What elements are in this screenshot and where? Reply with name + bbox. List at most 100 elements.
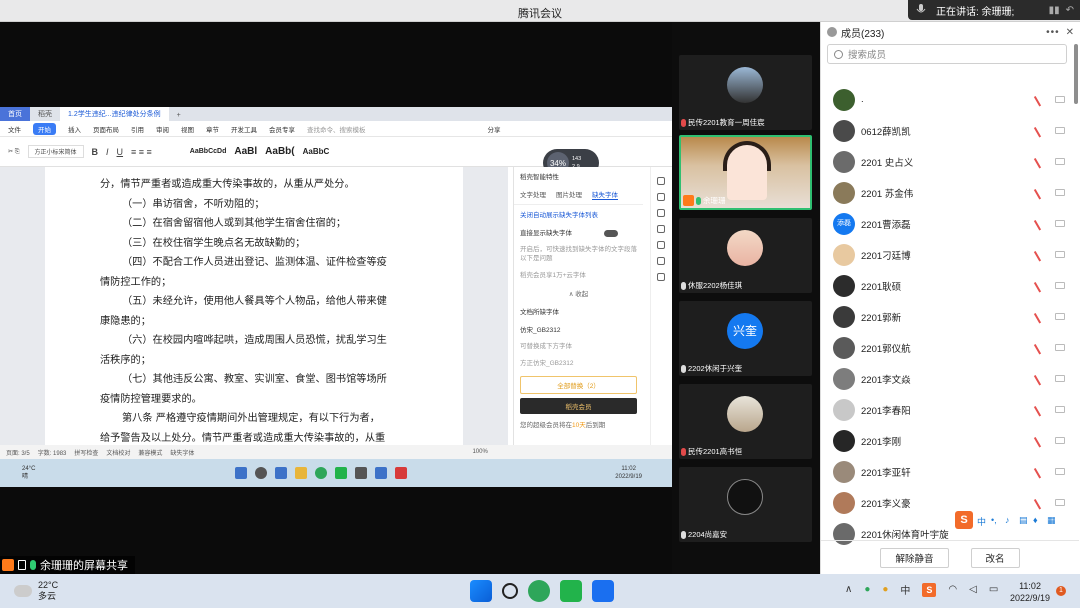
collapse-link[interactable]: ∧ 收起 xyxy=(514,284,643,302)
list-item[interactable]: 2201李文焱 xyxy=(821,363,1079,394)
list-item[interactable]: 2201耿硕 xyxy=(821,270,1079,301)
edge-icon[interactable] xyxy=(528,580,550,602)
tab-home[interactable]: 首页 xyxy=(0,107,30,121)
camera-icon[interactable] xyxy=(1055,251,1065,258)
style-normal[interactable]: AaBbCcDd xyxy=(190,148,227,155)
volume-icon[interactable]: ◁ xyxy=(969,584,977,595)
menu-devtools[interactable]: 开发工具 xyxy=(231,124,257,134)
camera-icon[interactable] xyxy=(1055,220,1065,227)
list-item[interactable]: 2201李春阳 xyxy=(821,394,1079,425)
keyboard-icon[interactable]: ▤ xyxy=(1019,515,1029,525)
align-icon[interactable]: ≡ ≡ ≡ xyxy=(131,147,152,157)
panel-link[interactable]: 关闭自动展示缺失字体列表 xyxy=(514,205,643,223)
share-button[interactable]: 分享 xyxy=(488,124,501,134)
tool-icon[interactable] xyxy=(656,273,665,281)
camera-icon[interactable] xyxy=(1055,189,1065,196)
wifi-icon[interactable]: ◠ xyxy=(948,584,957,595)
bold-icon[interactable]: B xyxy=(92,147,99,157)
windows-start-icon[interactable] xyxy=(470,580,492,602)
tool-icon[interactable] xyxy=(656,209,665,217)
tool-icon[interactable] xyxy=(656,257,665,265)
video-tile[interactable]: 民传2201教育一周佳宸 xyxy=(679,55,812,130)
video-tile[interactable]: 民传2201高书恒 xyxy=(679,384,812,459)
italic-icon[interactable]: I xyxy=(106,147,109,157)
list-item[interactable]: 2201郭仪航 xyxy=(821,332,1079,363)
list-item[interactable]: 0612薛凯凯 xyxy=(821,115,1079,146)
menu-view[interactable]: 视图 xyxy=(181,124,194,134)
ime-indicator[interactable]: 中 xyxy=(900,582,910,597)
search-icon[interactable] xyxy=(502,583,518,599)
camera-icon[interactable] xyxy=(1055,96,1065,103)
list-item[interactable]: 2201 史占义 xyxy=(821,146,1079,177)
status-proof[interactable]: 文档校对 xyxy=(106,448,130,457)
camera-icon[interactable] xyxy=(1055,375,1065,382)
video-tile[interactable]: 2204尚嘉安 xyxy=(679,467,812,542)
notification-badge[interactable]: 1 xyxy=(1056,586,1066,596)
battery-icon[interactable]: ▭ xyxy=(989,584,998,595)
pin-icon[interactable]: ● xyxy=(882,584,888,595)
tools-icon[interactable]: ▦ xyxy=(1047,515,1057,525)
skin-icon[interactable]: ♦ xyxy=(1033,515,1043,525)
list-item[interactable]: 添磊 2201曹添磊 xyxy=(821,208,1079,239)
video-tile[interactable]: 兴奎 2202休闲于兴奎 xyxy=(679,301,812,376)
tool-icon[interactable] xyxy=(656,177,665,185)
close-icon[interactable]: ✕ xyxy=(1066,27,1074,38)
list-item[interactable]: 2201李亚轩 xyxy=(821,456,1079,487)
camera-icon[interactable] xyxy=(1055,313,1065,320)
rename-button[interactable]: 改名 xyxy=(970,547,1020,568)
panel-tab-text[interactable]: 文字处理 xyxy=(520,189,546,200)
replace-all-button[interactable]: 全部替换（2） xyxy=(520,376,637,394)
camera-icon[interactable] xyxy=(1055,344,1065,351)
new-tab-icon[interactable]: + xyxy=(169,110,189,121)
more-icon[interactable]: ••• xyxy=(1046,27,1060,38)
punctuation-icon[interactable]: •, xyxy=(991,515,1001,525)
style-h2[interactable]: AaBb( xyxy=(265,146,294,157)
camera-icon[interactable] xyxy=(1055,282,1065,289)
video-tile-active[interactable]: 余珊珊 xyxy=(679,135,812,210)
list-item[interactable]: 2201刁廷博 xyxy=(821,239,1079,270)
list-item[interactable]: . xyxy=(821,84,1079,115)
app-tray-icon[interactable]: ● xyxy=(864,584,870,595)
mic-icon[interactable]: ♪ xyxy=(1005,515,1015,525)
font-selector[interactable]: 方正小标宋简体 xyxy=(27,145,84,158)
member-search-input[interactable]: 搜索成员 xyxy=(827,44,1067,64)
tencent-meeting-icon[interactable] xyxy=(592,580,614,602)
tool-icon[interactable] xyxy=(656,193,665,201)
camera-icon[interactable] xyxy=(1055,406,1065,413)
camera-icon[interactable] xyxy=(1055,468,1065,475)
command-search[interactable]: 查找命令、搜索模板 xyxy=(307,124,366,134)
tab-docer[interactable]: 稻壳 xyxy=(30,107,60,121)
status-fonts[interactable]: 缺失字体 xyxy=(170,448,194,457)
panel-tab-image[interactable]: 图片处理 xyxy=(556,189,582,200)
weather-widget[interactable]: 22°C 多云 xyxy=(38,580,58,602)
list-item[interactable]: 2201郭新 xyxy=(821,301,1079,332)
volume-icon[interactable]: ▮▮ xyxy=(1049,5,1060,16)
menu-start[interactable]: 开始 xyxy=(33,122,56,135)
wechat-icon[interactable] xyxy=(560,580,582,602)
menu-file[interactable]: 文件 xyxy=(8,124,21,134)
camera-icon[interactable] xyxy=(1055,437,1065,444)
style-h3[interactable]: AaBbC xyxy=(303,147,330,156)
camera-icon[interactable] xyxy=(1055,499,1065,506)
tool-icon[interactable] xyxy=(656,225,665,233)
panel-tab-fonts[interactable]: 缺失字体 xyxy=(592,189,618,200)
tool-icon[interactable] xyxy=(656,241,665,249)
menu-reference[interactable]: 引用 xyxy=(131,124,144,134)
underline-icon[interactable]: U xyxy=(117,147,124,157)
list-item[interactable]: 2201 苏金伟 xyxy=(821,177,1079,208)
menu-layout[interactable]: 页面布局 xyxy=(93,124,119,134)
zoom-level[interactable]: 100% xyxy=(472,449,487,455)
menu-chapter[interactable]: 章节 xyxy=(206,124,219,134)
chevron-up-icon[interactable]: ∧ xyxy=(845,584,852,595)
missing-font-toggle[interactable] xyxy=(603,229,618,237)
status-spell[interactable]: 拼写检查 xyxy=(74,448,98,457)
list-item[interactable]: 2201李刚 xyxy=(821,425,1079,456)
menu-vip[interactable]: 会员专享 xyxy=(269,124,295,134)
undo-icon[interactable]: ↶ xyxy=(1066,5,1074,16)
menu-review[interactable]: 审阅 xyxy=(156,124,169,134)
sogou-tray-icon[interactable]: S xyxy=(922,582,937,597)
style-h1[interactable]: AaBl xyxy=(234,146,257,157)
video-tile[interactable]: 休服2202杨佳琪 xyxy=(679,218,812,293)
menu-insert[interactable]: 插入 xyxy=(68,124,81,134)
vip-button[interactable]: 稻壳会员 xyxy=(520,398,637,414)
